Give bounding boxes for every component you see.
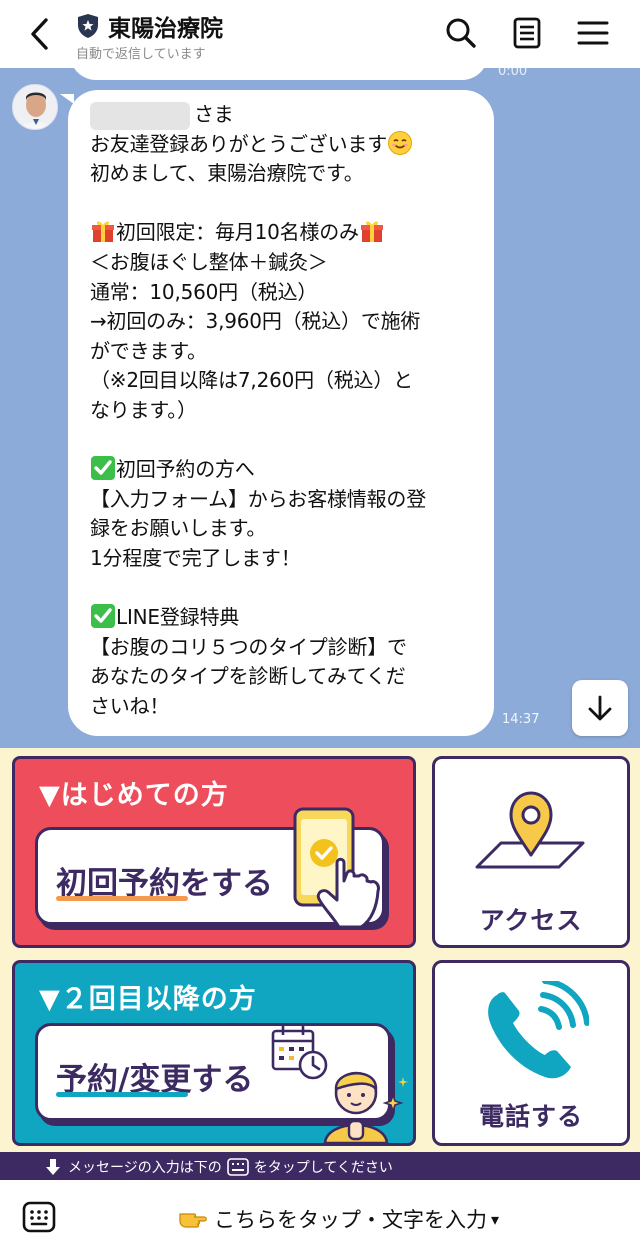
access-button[interactable]: アクセス bbox=[432, 756, 630, 948]
message-line: LINE登録特典 bbox=[90, 603, 474, 633]
message-line: 初回予約の方へ bbox=[90, 455, 474, 485]
previous-message-time: 0:00 bbox=[498, 68, 528, 79]
message-line bbox=[90, 426, 474, 456]
message-line bbox=[90, 189, 474, 219]
message-line: （※2回目以降は7,260円（税込）と bbox=[90, 368, 413, 393]
hint-text-after: をタップしてください bbox=[253, 1160, 393, 1176]
auto-reply-status: 自動で返信しています bbox=[76, 47, 206, 62]
salutation-text: さま bbox=[194, 102, 234, 126]
footer-bar: こちらをタップ・文字を入力 ▾ bbox=[0, 1180, 640, 1258]
first-time-heading: ▼はじめての方 bbox=[39, 780, 229, 811]
message-line: →初回のみ：3,960円（税込）で施術 bbox=[90, 309, 421, 334]
bubble-tail bbox=[60, 94, 74, 104]
chat-header: 東陽治療院 自動で返信しています bbox=[0, 0, 640, 68]
check-emoji-icon bbox=[91, 456, 115, 481]
chat-title-row: 東陽治療院 bbox=[76, 9, 223, 43]
chevron-down-icon: ▾ bbox=[491, 1209, 500, 1229]
gift-emoji-icon bbox=[92, 221, 114, 243]
message-time: 14:37 bbox=[502, 712, 540, 727]
pointing-hand-icon bbox=[179, 1213, 207, 1228]
message-line: 【入力フォーム】からお客様情報の登 bbox=[90, 486, 426, 511]
rich-menu: ▼はじめての方 初回予約をする ▼２回目以降の方 予約/変更する アクセス 電話… bbox=[0, 748, 640, 1152]
notes-icon[interactable] bbox=[510, 16, 544, 50]
message-line: あなたのタイプを診断してみてくだ bbox=[90, 664, 406, 689]
underline-accent bbox=[56, 1092, 188, 1097]
keyboard-icon[interactable] bbox=[22, 1200, 56, 1234]
arrow-down-icon bbox=[46, 1159, 60, 1175]
keyboard-icon bbox=[226, 1158, 249, 1176]
returning-heading: ▼２回目以降の方 bbox=[39, 984, 257, 1015]
footer-label-text: こちらをタップ・文字を入力 bbox=[214, 1208, 487, 1232]
underline-accent bbox=[56, 896, 188, 901]
menu-icon[interactable] bbox=[576, 16, 610, 50]
arrow-down-icon bbox=[588, 695, 612, 721]
input-hint-bar: メッセージの入力は下の をタップしてください bbox=[0, 1152, 640, 1180]
gift-emoji-icon bbox=[360, 221, 383, 243]
person-avatar-icon bbox=[13, 85, 57, 129]
person-illustration-icon bbox=[323, 1071, 408, 1143]
message-line: 初めまして、東陽治療院です。 bbox=[90, 161, 364, 186]
message-line: さいね！ bbox=[90, 693, 170, 718]
check-emoji-icon bbox=[91, 604, 115, 629]
phone-tap-illustration-icon bbox=[293, 807, 380, 929]
message-line: 【お腹のコリ５つのタイプ診断】で bbox=[90, 634, 407, 659]
message-bubble[interactable]: さま お友達登録ありがとうございます 初めまして、東陽治療院です。 初回限定：毎… bbox=[68, 90, 494, 736]
message-line: ができます。 bbox=[90, 338, 207, 363]
access-label: アクセス bbox=[479, 906, 583, 935]
chat-title: 東陽治療院 bbox=[108, 16, 223, 42]
back-icon[interactable] bbox=[26, 16, 56, 52]
message-line: 通常：10,560円（税込） bbox=[90, 279, 318, 304]
redacted-name bbox=[90, 101, 190, 130]
message-line: 1分程度で完了します！ bbox=[90, 545, 301, 570]
avatar[interactable] bbox=[12, 84, 58, 130]
chat-area[interactable]: 0:00 さま お友達登録ありがとうございます 初めまして、東陽治療院です。 初… bbox=[0, 68, 640, 748]
message-line: 初回限定：毎月10名様のみ bbox=[90, 218, 474, 248]
message-line: ＜お腹ほぐし整体＋鍼灸＞ bbox=[90, 249, 328, 274]
smile-emoji-icon bbox=[388, 130, 412, 155]
previous-message-bubble bbox=[70, 68, 488, 80]
message-line: なります。） bbox=[90, 397, 197, 422]
message-line: 録をお願いします。 bbox=[90, 516, 267, 541]
call-label: 電話する bbox=[478, 1102, 583, 1131]
message-line: お友達登録ありがとうございます bbox=[90, 130, 474, 160]
first-time-reservation-card[interactable]: ▼はじめての方 初回予約をする bbox=[12, 756, 416, 948]
phone-icon bbox=[488, 981, 589, 1079]
map-pin-icon bbox=[475, 791, 585, 869]
search-icon[interactable] bbox=[444, 16, 478, 50]
returning-reservation-card[interactable]: ▼２回目以降の方 予約/変更する bbox=[12, 960, 416, 1146]
toggle-menu-button[interactable]: こちらをタップ・文字を入力 ▾ bbox=[178, 1204, 499, 1234]
message-line bbox=[90, 574, 474, 604]
scroll-to-bottom-button[interactable] bbox=[572, 680, 628, 736]
hint-text-before: メッセージの入力は下の bbox=[68, 1160, 222, 1176]
message-salutation-line: さま bbox=[90, 100, 474, 130]
shield-icon bbox=[78, 14, 98, 38]
call-button[interactable]: 電話する bbox=[432, 960, 630, 1146]
